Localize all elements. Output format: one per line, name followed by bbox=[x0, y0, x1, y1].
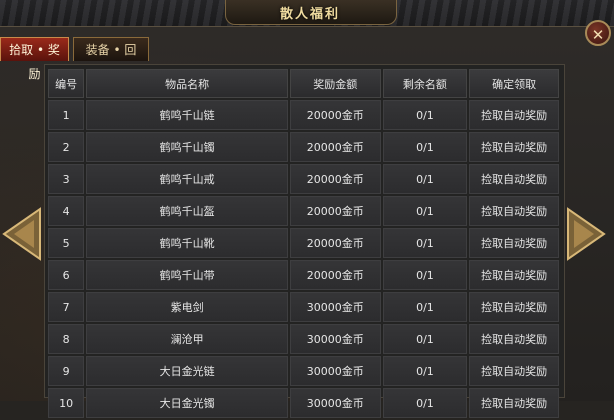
claim-action[interactable]: 捡取自动奖励 bbox=[469, 260, 559, 290]
remaining-slots: 0/1 bbox=[382, 132, 468, 162]
prev-page-button[interactable] bbox=[0, 205, 44, 263]
item-name: 鹤鸣千山带 bbox=[86, 260, 288, 290]
reward-amount: 20000金币 bbox=[289, 164, 381, 194]
claim-action[interactable]: 捡取自动奖励 bbox=[469, 356, 559, 386]
table-row: 8 澜沧甲 30000金币 0/1 捡取自动奖励 bbox=[48, 324, 559, 354]
header-number: 编号 bbox=[48, 69, 85, 98]
row-number: 6 bbox=[48, 260, 85, 290]
claim-action[interactable]: 捡取自动奖励 bbox=[469, 100, 559, 130]
reward-amount: 20000金币 bbox=[289, 132, 381, 162]
tab-pickup-reward[interactable]: 拾取 • 奖励 bbox=[0, 37, 69, 81]
row-number: 4 bbox=[48, 196, 85, 226]
reward-amount: 20000金币 bbox=[289, 260, 381, 290]
item-name: 鹤鸣千山镯 bbox=[86, 132, 288, 162]
row-number: 1 bbox=[48, 100, 85, 130]
close-button[interactable]: ✕ bbox=[585, 20, 611, 46]
reward-amount: 30000金币 bbox=[289, 388, 381, 418]
table-row: 7 紫电剑 30000金币 0/1 捡取自动奖励 bbox=[48, 292, 559, 322]
table-row: 6 鹤鸣千山带 20000金币 0/1 捡取自动奖励 bbox=[48, 260, 559, 290]
reward-amount: 30000金币 bbox=[289, 356, 381, 386]
row-number: 9 bbox=[48, 356, 85, 386]
claim-action[interactable]: 捡取自动奖励 bbox=[469, 132, 559, 162]
remaining-slots: 0/1 bbox=[382, 164, 468, 194]
remaining-slots: 0/1 bbox=[382, 260, 468, 290]
table-row: 4 鹤鸣千山盔 20000金币 0/1 捡取自动奖励 bbox=[48, 196, 559, 226]
reward-amount: 30000金币 bbox=[289, 324, 381, 354]
reward-amount: 20000金币 bbox=[289, 100, 381, 130]
header-reward: 奖励金额 bbox=[289, 69, 381, 98]
remaining-slots: 0/1 bbox=[382, 388, 468, 418]
remaining-slots: 0/1 bbox=[382, 292, 468, 322]
item-name: 鹤鸣千山靴 bbox=[86, 228, 288, 258]
item-name: 鹤鸣千山盔 bbox=[86, 196, 288, 226]
claim-action[interactable]: 捡取自动奖励 bbox=[469, 164, 559, 194]
row-number: 10 bbox=[48, 388, 85, 418]
table-row: 9 大日金光链 30000金币 0/1 捡取自动奖励 bbox=[48, 356, 559, 386]
tab-equipment-recycle[interactable]: 装备 • 回收 bbox=[73, 37, 149, 81]
item-name: 鹤鸣千山链 bbox=[86, 100, 288, 130]
table-row: 3 鹤鸣千山戒 20000金币 0/1 捡取自动奖励 bbox=[48, 164, 559, 194]
row-number: 7 bbox=[48, 292, 85, 322]
reward-amount: 20000金币 bbox=[289, 196, 381, 226]
item-name: 鹤鸣千山戒 bbox=[86, 164, 288, 194]
reward-table: 编号 物品名称 奖励金额 剩余名额 确定领取 1 鹤鸣千山链 20000金币 0/1 捡… bbox=[46, 67, 561, 420]
close-icon: ✕ bbox=[591, 26, 605, 44]
remaining-slots: 0/1 bbox=[382, 100, 468, 130]
next-page-button[interactable] bbox=[564, 205, 608, 263]
header-remaining: 剩余名额 bbox=[382, 69, 468, 98]
table-row: 10 大日金光镯 30000金币 0/1 捡取自动奖励 bbox=[48, 388, 559, 418]
claim-action[interactable]: 捡取自动奖励 bbox=[469, 292, 559, 322]
row-number: 2 bbox=[48, 132, 85, 162]
header-item-name: 物品名称 bbox=[86, 69, 288, 98]
remaining-slots: 0/1 bbox=[382, 356, 468, 386]
remaining-slots: 0/1 bbox=[382, 196, 468, 226]
header-claim: 确定领取 bbox=[469, 69, 559, 98]
item-name: 澜沧甲 bbox=[86, 324, 288, 354]
row-number: 5 bbox=[48, 228, 85, 258]
item-name: 紫电剑 bbox=[86, 292, 288, 322]
claim-action[interactable]: 捡取自动奖励 bbox=[469, 324, 559, 354]
reward-amount: 20000金币 bbox=[289, 228, 381, 258]
claim-action[interactable]: 捡取自动奖励 bbox=[469, 388, 559, 418]
item-name: 大日金光链 bbox=[86, 356, 288, 386]
window-title: 散人福利 bbox=[279, 7, 340, 22]
item-name: 大日金光镯 bbox=[86, 388, 288, 418]
table-row: 5 鹤鸣千山靴 20000金币 0/1 捡取自动奖励 bbox=[48, 228, 559, 258]
table-row: 1 鹤鸣千山链 20000金币 0/1 捡取自动奖励 bbox=[48, 100, 559, 130]
table-header-row: 编号 物品名称 奖励金额 剩余名额 确定领取 bbox=[48, 69, 559, 98]
table-row: 2 鹤鸣千山镯 20000金币 0/1 捡取自动奖励 bbox=[48, 132, 559, 162]
remaining-slots: 0/1 bbox=[382, 324, 468, 354]
row-number: 8 bbox=[48, 324, 85, 354]
row-number: 3 bbox=[48, 164, 85, 194]
reward-amount: 30000金币 bbox=[289, 292, 381, 322]
claim-action[interactable]: 捡取自动奖励 bbox=[469, 196, 559, 226]
claim-action[interactable]: 捡取自动奖励 bbox=[469, 228, 559, 258]
remaining-slots: 0/1 bbox=[382, 228, 468, 258]
